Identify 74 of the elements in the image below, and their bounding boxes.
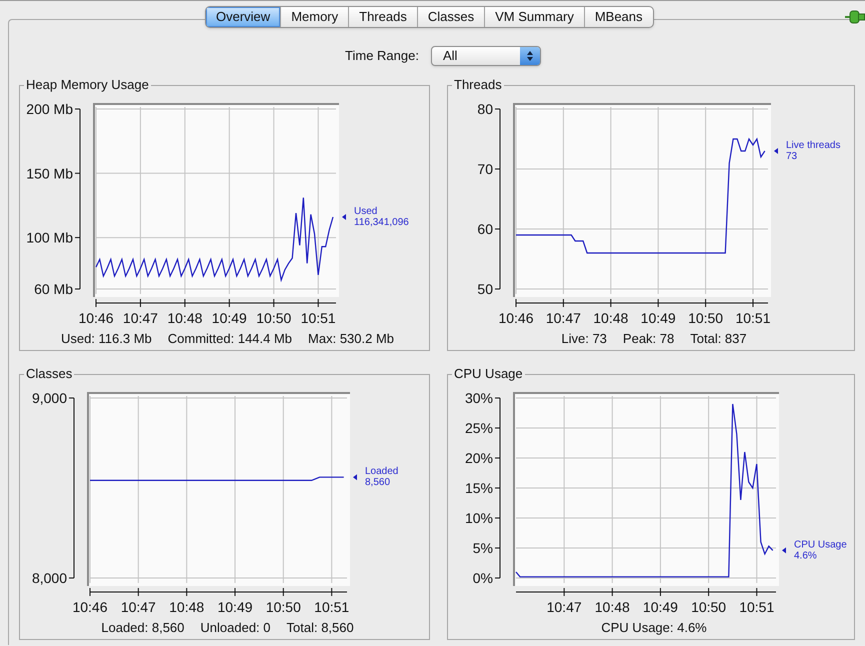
stat-text: Loaded: 8,560: [101, 620, 184, 636]
connection-icon: [845, 9, 865, 25]
stat-text: Total: 837: [690, 331, 747, 347]
stat-text: CPU Usage: 4.6%: [601, 620, 707, 636]
y-tick-label: 0%: [472, 570, 493, 586]
x-tick-label: 10:48: [593, 310, 628, 326]
stat-text: Live: 73: [561, 331, 607, 347]
y-tick-label: 150 Mb: [26, 165, 73, 182]
x-tick-label: 10:48: [169, 599, 204, 615]
series-value: 73: [786, 151, 798, 162]
y-tick-label: 9,000: [32, 390, 67, 406]
x-tick-label: 10:51: [735, 310, 771, 326]
x-tick-label: 10:48: [594, 599, 630, 615]
x-tick-label: 10:49: [218, 599, 253, 615]
x-tick-label: 10:50: [266, 599, 301, 615]
x-tick-label: 10:51: [300, 310, 336, 326]
tab[interactable]: Overview: [206, 7, 280, 27]
y-tick-label: 30%: [464, 390, 493, 406]
y-tick-label: 5%: [472, 540, 493, 556]
stat-text: Total: 8,560: [286, 620, 354, 636]
series-value: 116,341,096: [354, 217, 409, 228]
tab[interactable]: MBeans: [584, 7, 653, 27]
y-tick-label: 8,000: [32, 570, 67, 586]
x-tick-label: 10:47: [120, 599, 156, 615]
x-tick-label: 10:49: [640, 310, 676, 326]
y-tick-label: 20%: [464, 450, 493, 466]
y-tick-label: 80: [477, 101, 493, 117]
panel-title: Heap Memory Usage: [24, 77, 151, 93]
series-value: 4.6%: [794, 550, 817, 562]
x-tick-label: 10:51: [314, 599, 350, 615]
stepper-icon: [526, 50, 534, 62]
y-tick-label: 200 Mb: [26, 101, 73, 117]
stat-text: Max: 530.2 Mb: [308, 331, 394, 347]
stat-text: Used: 116.3 Mb: [60, 331, 152, 347]
x-tick-label: 10:46: [72, 599, 108, 615]
y-tick-label: 100 Mb: [26, 230, 73, 246]
y-tick-label: 60 Mb: [34, 281, 73, 297]
stat-text: Unloaded: 0: [200, 620, 271, 636]
x-tick-label: 10:47: [546, 599, 582, 615]
x-tick-label: 10:46: [78, 310, 114, 326]
tab[interactable]: Memory: [280, 7, 348, 27]
series-name: CPU Usage: [794, 539, 847, 550]
y-tick-label: 70: [477, 161, 493, 177]
x-tick-label: 10:48: [167, 310, 202, 326]
tab[interactable]: Threads: [348, 7, 417, 27]
marker-icon: [774, 148, 778, 154]
marker-icon: [353, 474, 357, 480]
marker-icon: [782, 547, 786, 554]
series-value: 8,560: [365, 477, 390, 488]
stat-text: Peak: 78: [622, 331, 674, 347]
x-tick-label: 10:46: [498, 310, 534, 326]
tab[interactable]: VM Summary: [484, 7, 584, 27]
x-tick-label: 10:49: [642, 599, 678, 615]
series-name: Loaded: [365, 466, 398, 478]
y-tick-label: 50: [477, 281, 493, 297]
marker-icon: [342, 214, 346, 220]
x-tick-label: 10:50: [256, 310, 292, 326]
time-range-dropdown[interactable]: All: [430, 46, 541, 66]
x-tick-label: 10:50: [688, 310, 724, 326]
x-tick-label: 10:47: [122, 310, 158, 326]
x-tick-label: 10:47: [546, 310, 581, 326]
series-name: Live threads: [786, 140, 840, 151]
panel-title: CPU Usage: [452, 366, 525, 382]
y-tick-label: 15%: [464, 480, 493, 496]
series-name: Used: [354, 206, 378, 217]
y-tick-label: 60: [477, 221, 493, 237]
tab[interactable]: Classes: [416, 7, 484, 27]
x-tick-label: 10:51: [739, 599, 774, 615]
time-range-label: Time Range:: [345, 47, 419, 66]
y-tick-label: 25%: [464, 420, 493, 436]
stat-text: Committed: 144.4 Mb: [168, 331, 292, 347]
x-tick-label: 10:50: [691, 599, 726, 615]
y-tick-label: 10%: [464, 510, 493, 526]
x-tick-label: 10:49: [212, 310, 247, 326]
